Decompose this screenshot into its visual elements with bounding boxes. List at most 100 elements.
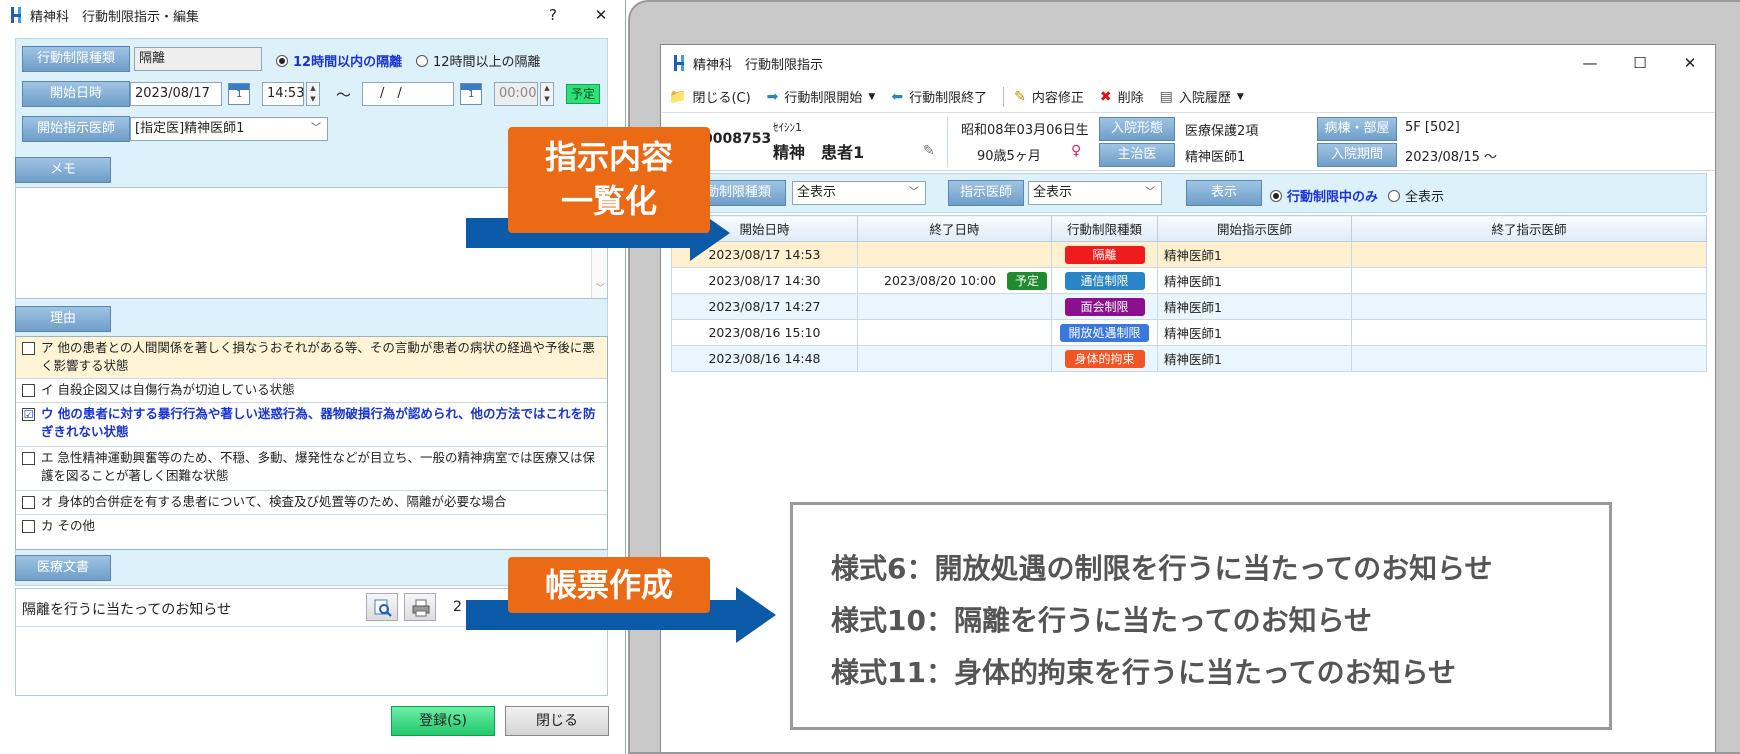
- register-button[interactable]: 登録(S): [391, 706, 495, 736]
- patient-header: 0008753 ｾｲｼﾝ1 精神 患者1 ✎ 昭和08年03月06日生 90歳5…: [661, 113, 1715, 171]
- reason-item[interactable]: エ 急性精神運動興奮等のため、不穏、多動、爆発性などが目立ち、一般の精神病室では…: [16, 447, 607, 491]
- arrow-left-icon: ⬅: [891, 88, 904, 105]
- radio-12h-within[interactable]: 12時間以内の隔離: [276, 51, 402, 70]
- planned-badge: 予定: [1006, 272, 1047, 290]
- printer-icon: [412, 599, 430, 617]
- edit-pen-icon[interactable]: ✎: [923, 143, 935, 159]
- maximize-button[interactable]: ☐: [1615, 45, 1665, 81]
- radio-show-all[interactable]: 全表示: [1388, 186, 1444, 205]
- cell-start: 2023/08/16 15:10: [671, 319, 858, 346]
- radio-unselected-icon: [1388, 189, 1400, 202]
- filter-doctor-dropdown[interactable]: 全表示 ﹀: [1028, 181, 1162, 205]
- cell-end-doctor: [1351, 293, 1707, 320]
- callout-form-creation: 帳票作成: [508, 557, 710, 613]
- admission-type-label: 入院形態: [1099, 117, 1175, 141]
- checkbox-checked-icon[interactable]: ☑: [22, 408, 35, 421]
- ward-label: 病棟・部屋: [1317, 117, 1397, 141]
- reason-item[interactable]: オ 身体的合併症を有する患者について、検査及び処置等のため、隔離が必要な場合: [16, 491, 607, 515]
- close-button[interactable]: 閉じる: [505, 706, 609, 736]
- column-header-end-doctor[interactable]: 終了指示医師: [1351, 215, 1707, 242]
- filter-type-dropdown[interactable]: 全表示 ﹀: [792, 181, 926, 205]
- reason-item[interactable]: イ 自殺企図又は自傷行為が切迫している状態: [16, 379, 607, 403]
- radio-12h-over[interactable]: 12時間以上の隔離: [416, 51, 541, 70]
- reason-item[interactable]: ア 他の患者との人間関係を著しく損なうおそれがある等、その言動が患者の病状の経過…: [16, 337, 607, 379]
- radio-selected-icon: [276, 54, 288, 67]
- restriction-table: 開始日時 終了日時 行動制限種類 開始指示医師 終了指示医師 2023/08/1…: [671, 215, 1707, 405]
- toolbar: 📁 閉じる(C) ➡ 行動制限開始 ▼ ⬅ 行動制限終了 ✎ 内容修正 ✖ 削除 ▤ 入院履歴…: [661, 81, 1715, 113]
- cell-type: 身体的拘束: [1051, 345, 1158, 372]
- cell-start: 2023/08/17 14:30: [671, 267, 858, 294]
- cell-end-doctor: [1351, 241, 1707, 268]
- checkbox-icon[interactable]: [22, 496, 35, 509]
- toolbar-close-button[interactable]: 📁 閉じる(C): [669, 87, 751, 107]
- cell-start: 2023/08/17 14:27: [671, 293, 858, 320]
- reason-list: ア 他の患者との人間関係を著しく損なうおそれがある等、その言動が患者の病状の経過…: [15, 336, 608, 550]
- cell-type: 通信制限: [1051, 267, 1158, 294]
- column-header-type[interactable]: 行動制限種類: [1051, 215, 1158, 242]
- admission-period: 2023/08/15 ～: [1405, 150, 1498, 165]
- range-tilde: ～: [336, 86, 352, 104]
- end-time-input[interactable]: 00:00: [494, 82, 538, 106]
- end-calendar-icon[interactable]: [460, 83, 482, 105]
- checkbox-icon[interactable]: [22, 520, 35, 533]
- folder-icon: 📁: [669, 88, 687, 105]
- dialog-close-button[interactable]: ✕: [577, 6, 625, 24]
- print-button[interactable]: [404, 593, 436, 621]
- cell-start: 2023/08/16 14:48: [671, 345, 858, 372]
- restriction-type-field[interactable]: 隔離: [134, 47, 262, 71]
- filter-bar: 行動制限種類 全表示 ﹀ 指示医師 全表示 ﹀ 表示 行動制限中のみ 全表示: [671, 173, 1707, 213]
- start-doctor-dropdown[interactable]: [指定医]精神医師1 ﹀: [130, 117, 328, 141]
- cell-start-doctor: 精神医師1: [1157, 345, 1352, 372]
- preview-button[interactable]: [366, 593, 398, 621]
- window-close-button[interactable]: ✕: [1665, 45, 1715, 81]
- toolbar-history-button[interactable]: ▤ 入院履歴 ▼: [1159, 87, 1244, 107]
- x-delete-icon: ✖: [1099, 88, 1112, 105]
- form-list-box: 様式6：開放処遇の制限を行うに当たってのお知らせ 様式10：隔離を行うに当たって…: [790, 502, 1612, 730]
- table-row[interactable]: 2023/08/17 14:53 隔離 精神医師1: [671, 241, 1707, 268]
- patient-kana: ｾｲｼﾝ1: [773, 121, 802, 134]
- table-header-row: 開始日時 終了日時 行動制限種類 開始指示医師 終了指示医師: [671, 215, 1707, 242]
- checkbox-icon[interactable]: [22, 452, 35, 465]
- form-item: 様式11：身体的拘束を行うに当たってのお知らせ: [831, 656, 1457, 689]
- restriction-type-tag: 身体的拘束: [1064, 349, 1145, 368]
- toolbar-edit-button[interactable]: ✎ 内容修正: [1014, 87, 1084, 107]
- caret-down-icon: ▼: [868, 91, 876, 102]
- table-row[interactable]: 2023/08/17 14:27 面会制限 精神医師1: [671, 293, 1707, 320]
- help-button[interactable]: ?: [529, 6, 577, 24]
- reason-item-selected[interactable]: ☑ ウ 他の患者に対する暴行行為や著しい迷惑行為、器物破損行為が認められ、他の方法…: [16, 403, 607, 447]
- table-row[interactable]: 2023/08/16 14:48 身体的拘束 精神医師1: [671, 345, 1707, 372]
- magnifier-icon: [374, 599, 392, 617]
- column-header-start-doctor[interactable]: 開始指示医師: [1157, 215, 1352, 242]
- table-row[interactable]: 2023/08/17 14:30 2023/08/20 10:00 予定 通信制限 精神…: [671, 267, 1707, 294]
- radio-selected-icon: [1270, 189, 1282, 202]
- minimize-button[interactable]: —: [1565, 45, 1615, 81]
- start-time-input[interactable]: 14:53: [262, 82, 304, 106]
- attending-label: 主治医: [1099, 143, 1175, 167]
- reason-label: 理由: [15, 306, 111, 332]
- planned-badge: 予定: [566, 84, 601, 104]
- column-header-end[interactable]: 終了日時: [857, 215, 1052, 242]
- form-item: 様式6：開放処遇の制限を行うに当たってのお知らせ: [831, 552, 1493, 585]
- calendar-icon[interactable]: [228, 83, 250, 105]
- window-titlebar: 精神科 行動制限指示: [661, 45, 1715, 81]
- time-spinner-icon[interactable]: ▲ ▼: [306, 82, 320, 106]
- start-date-input[interactable]: 2023/08/17: [130, 82, 222, 106]
- end-date-input[interactable]: / /: [362, 82, 454, 106]
- end-time-spinner-icon[interactable]: ▲ ▼: [540, 82, 554, 106]
- table-row[interactable]: 2023/08/16 15:10 開放処遇制限 精神医師1: [671, 319, 1707, 346]
- toolbar-end-button[interactable]: ⬅ 行動制限終了: [891, 87, 987, 107]
- list-icon: ▤: [1159, 88, 1173, 105]
- reason-item[interactable]: カ その他: [16, 515, 607, 539]
- toolbar-start-button[interactable]: ➡ 行動制限開始 ▼: [767, 87, 876, 107]
- checkbox-icon[interactable]: [22, 384, 35, 397]
- cell-end: [857, 293, 1052, 320]
- checkbox-icon[interactable]: [22, 342, 35, 355]
- restriction-type-label: 行動制限種類: [22, 46, 130, 72]
- radio-active-only[interactable]: 行動制限中のみ: [1270, 186, 1378, 205]
- arrow-form-head-icon: [736, 587, 776, 643]
- toolbar-delete-button[interactable]: ✖ 削除: [1099, 87, 1144, 107]
- document-count: 2: [453, 599, 462, 615]
- patient-name: 精神 患者1: [773, 143, 865, 162]
- scroll-down-icon: ﹀: [596, 284, 606, 294]
- show-button[interactable]: 表示: [1186, 180, 1262, 206]
